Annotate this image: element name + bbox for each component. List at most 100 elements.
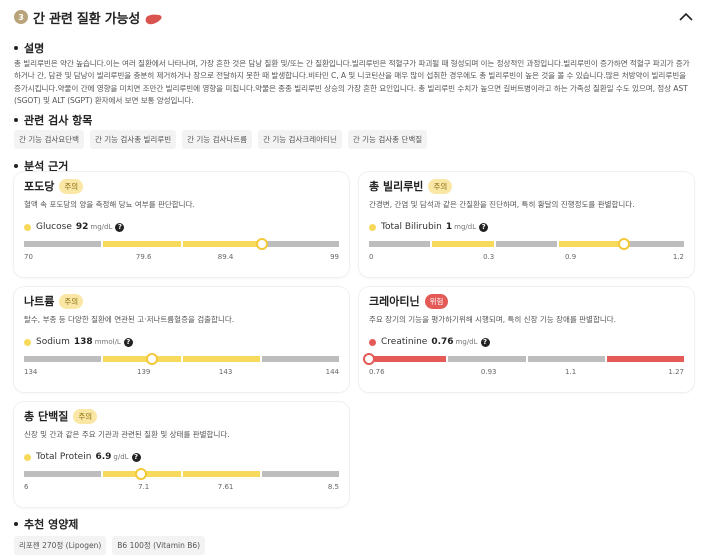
range-segment [261,471,339,477]
nutrient-chip-list: 리포젠 270정 (Lipogen) B6 100정 (Vitamin B6) [14,536,206,555]
range-tick-label: 79.6 [135,253,152,261]
status-badge: 주의 [428,178,453,194]
analysis-card: 총 단백질 주의 신장 및 간과 같은 주요 기관과 관련된 질환 및 상태를 … [14,402,349,507]
range-segment [622,241,685,247]
status-dot-icon [24,223,31,231]
status-badge: 위험 [424,293,449,309]
metric-name: Glucose [36,222,72,232]
range-tick-label: 134 [24,368,38,376]
value-marker [618,238,631,250]
test-chip[interactable]: 간 기능 검사총 단백질 [347,130,428,149]
range-tick-label: 6 [24,483,29,491]
metric-value: 0.76 [431,337,454,347]
test-chip[interactable]: 간 기능 검사총 빌리루빈 [89,130,177,149]
range-segment [24,471,102,477]
metric-name: Sodium [36,337,70,347]
description-heading-label: 설명 [24,42,45,55]
tests-heading: 관련 검사 항목 [14,112,92,128]
range-segment [182,471,260,477]
section-header[interactable]: 3 간 관련 질환 가능성 [14,6,696,28]
status-dot-icon [369,338,376,346]
value-marker [363,353,375,365]
range-tick-label: 89.4 [217,253,234,261]
range-segment [24,356,102,362]
metric-value: 138 [73,337,93,347]
card-title: 포도당 주의 [24,178,84,194]
range-segment [182,356,260,362]
range-tick-label: 7.1 [138,483,150,491]
nutrients-heading: 추천 영양제 [14,516,78,532]
range-tick-label: 7.61 [217,483,234,491]
info-icon[interactable]: ? [123,337,133,347]
status-dot-icon [24,338,31,346]
range-segment [182,241,260,247]
range-bar [24,238,339,250]
nutrient-chip[interactable]: B6 100정 (Vitamin B6) [112,536,206,555]
range-ticks: 0 0.3 0.9 1.2 [369,253,684,263]
metric-row: Total Bilirubin 1 mg/dL ? [369,222,489,232]
nutrient-chip[interactable]: 리포젠 270정 (Lipogen) [14,536,107,555]
range-segment [103,356,181,362]
metric-unit: mg/dL [455,338,478,346]
test-chip[interactable]: 간 기능 검사크레아티닌 [258,130,342,149]
range-bar [363,353,684,365]
range-tick-label: 0.9 [565,253,577,261]
description-heading: 설명 [14,40,44,56]
status-dot-icon [24,453,31,461]
card-title: 크레아티닌 위험 [369,293,449,309]
range-tick-label: 0 [369,253,374,261]
description-text: 총 빌리루빈은 약간 높습니다.이는 여러 질환에서 나타나며, 가장 흔한 것… [14,59,690,106]
info-icon[interactable]: ? [480,337,490,347]
card-description: 신장 및 간과 같은 주요 기관과 관련된 질환 및 상태를 판별합니다. [24,430,230,439]
liver-icon [145,11,163,25]
card-title: 나트륨 주의 [24,293,84,309]
range-ticks: 6 7.1 7.61 8.5 [24,483,339,493]
range-tick-label: 0.76 [369,368,385,376]
range-segment [606,356,684,362]
range-tick-label: 143 [218,368,233,376]
metric-unit: mg/dL [454,223,477,231]
chevron-up-icon[interactable] [678,8,694,22]
range-segment [432,241,494,247]
analysis-card: 총 빌리루빈 주의 간경변, 간염 및 담석과 같은 간질환을 진단하며, 특히… [359,172,694,277]
card-title-label: 총 단백질 [24,410,69,423]
status-badge: 주의 [73,408,98,424]
metric-name: Total Bilirubin [381,222,442,232]
card-title-label: 나트륨 [24,295,55,308]
bullet-icon [14,46,18,50]
range-tick-label: 139 [137,368,151,376]
range-tick-label: 144 [325,368,339,376]
info-icon[interactable]: ? [115,222,125,232]
range-segment [261,241,339,247]
range-tick-label: 1.27 [668,368,684,376]
metric-unit: g/dL [113,453,129,461]
status-badge: 주의 [59,178,84,194]
card-title-label: 포도당 [24,180,55,193]
range-bar [24,468,339,480]
metric-unit: mmol/L [94,338,121,346]
info-icon[interactable]: ? [479,222,489,232]
range-segment [261,356,339,362]
metric-name: Total Protein [36,452,92,462]
card-description: 주요 장기의 기능을 평가하기위해 시행되며, 특히 신장 기능 장애를 판별합… [369,315,617,324]
info-icon[interactable]: ? [131,452,141,462]
card-description: 혈액 속 포도당의 양을 측정해 당뇨 여부를 판단합니다. [24,200,195,209]
metric-row: Creatinine 0.76 mg/dL ? [369,337,490,347]
test-chip-list: 간 기능 검사요단백 간 기능 검사총 빌리루빈 간 기능 검사나트륨 간 기능… [14,130,428,149]
test-chip[interactable]: 간 기능 검사요단백 [14,130,84,149]
analysis-card: 나트륨 주의 탈수, 부종 등 다양한 질환에 연관된 고·저나트륨혈증을 검출… [14,287,349,392]
range-ticks: 0.76 0.93 1.1 1.27 [369,368,684,378]
range-tick-label: 0.93 [480,368,497,376]
bullet-icon [14,522,18,526]
range-ticks: 70 79.6 89.4 99 [24,253,339,263]
range-tick-label: 1.1 [565,368,577,376]
metric-value: 1 [445,222,453,232]
range-tick-label: 70 [24,253,33,261]
rank-badge: 3 [14,10,28,24]
value-marker [255,238,268,250]
metric-value: 92 [75,222,89,232]
test-chip[interactable]: 간 기능 검사나트륨 [182,130,253,149]
range-segment [527,356,605,362]
range-segment [448,356,526,362]
card-description: 간경변, 간염 및 담석과 같은 간질환을 진단하며, 특히 황달의 진행정도를… [369,200,635,209]
